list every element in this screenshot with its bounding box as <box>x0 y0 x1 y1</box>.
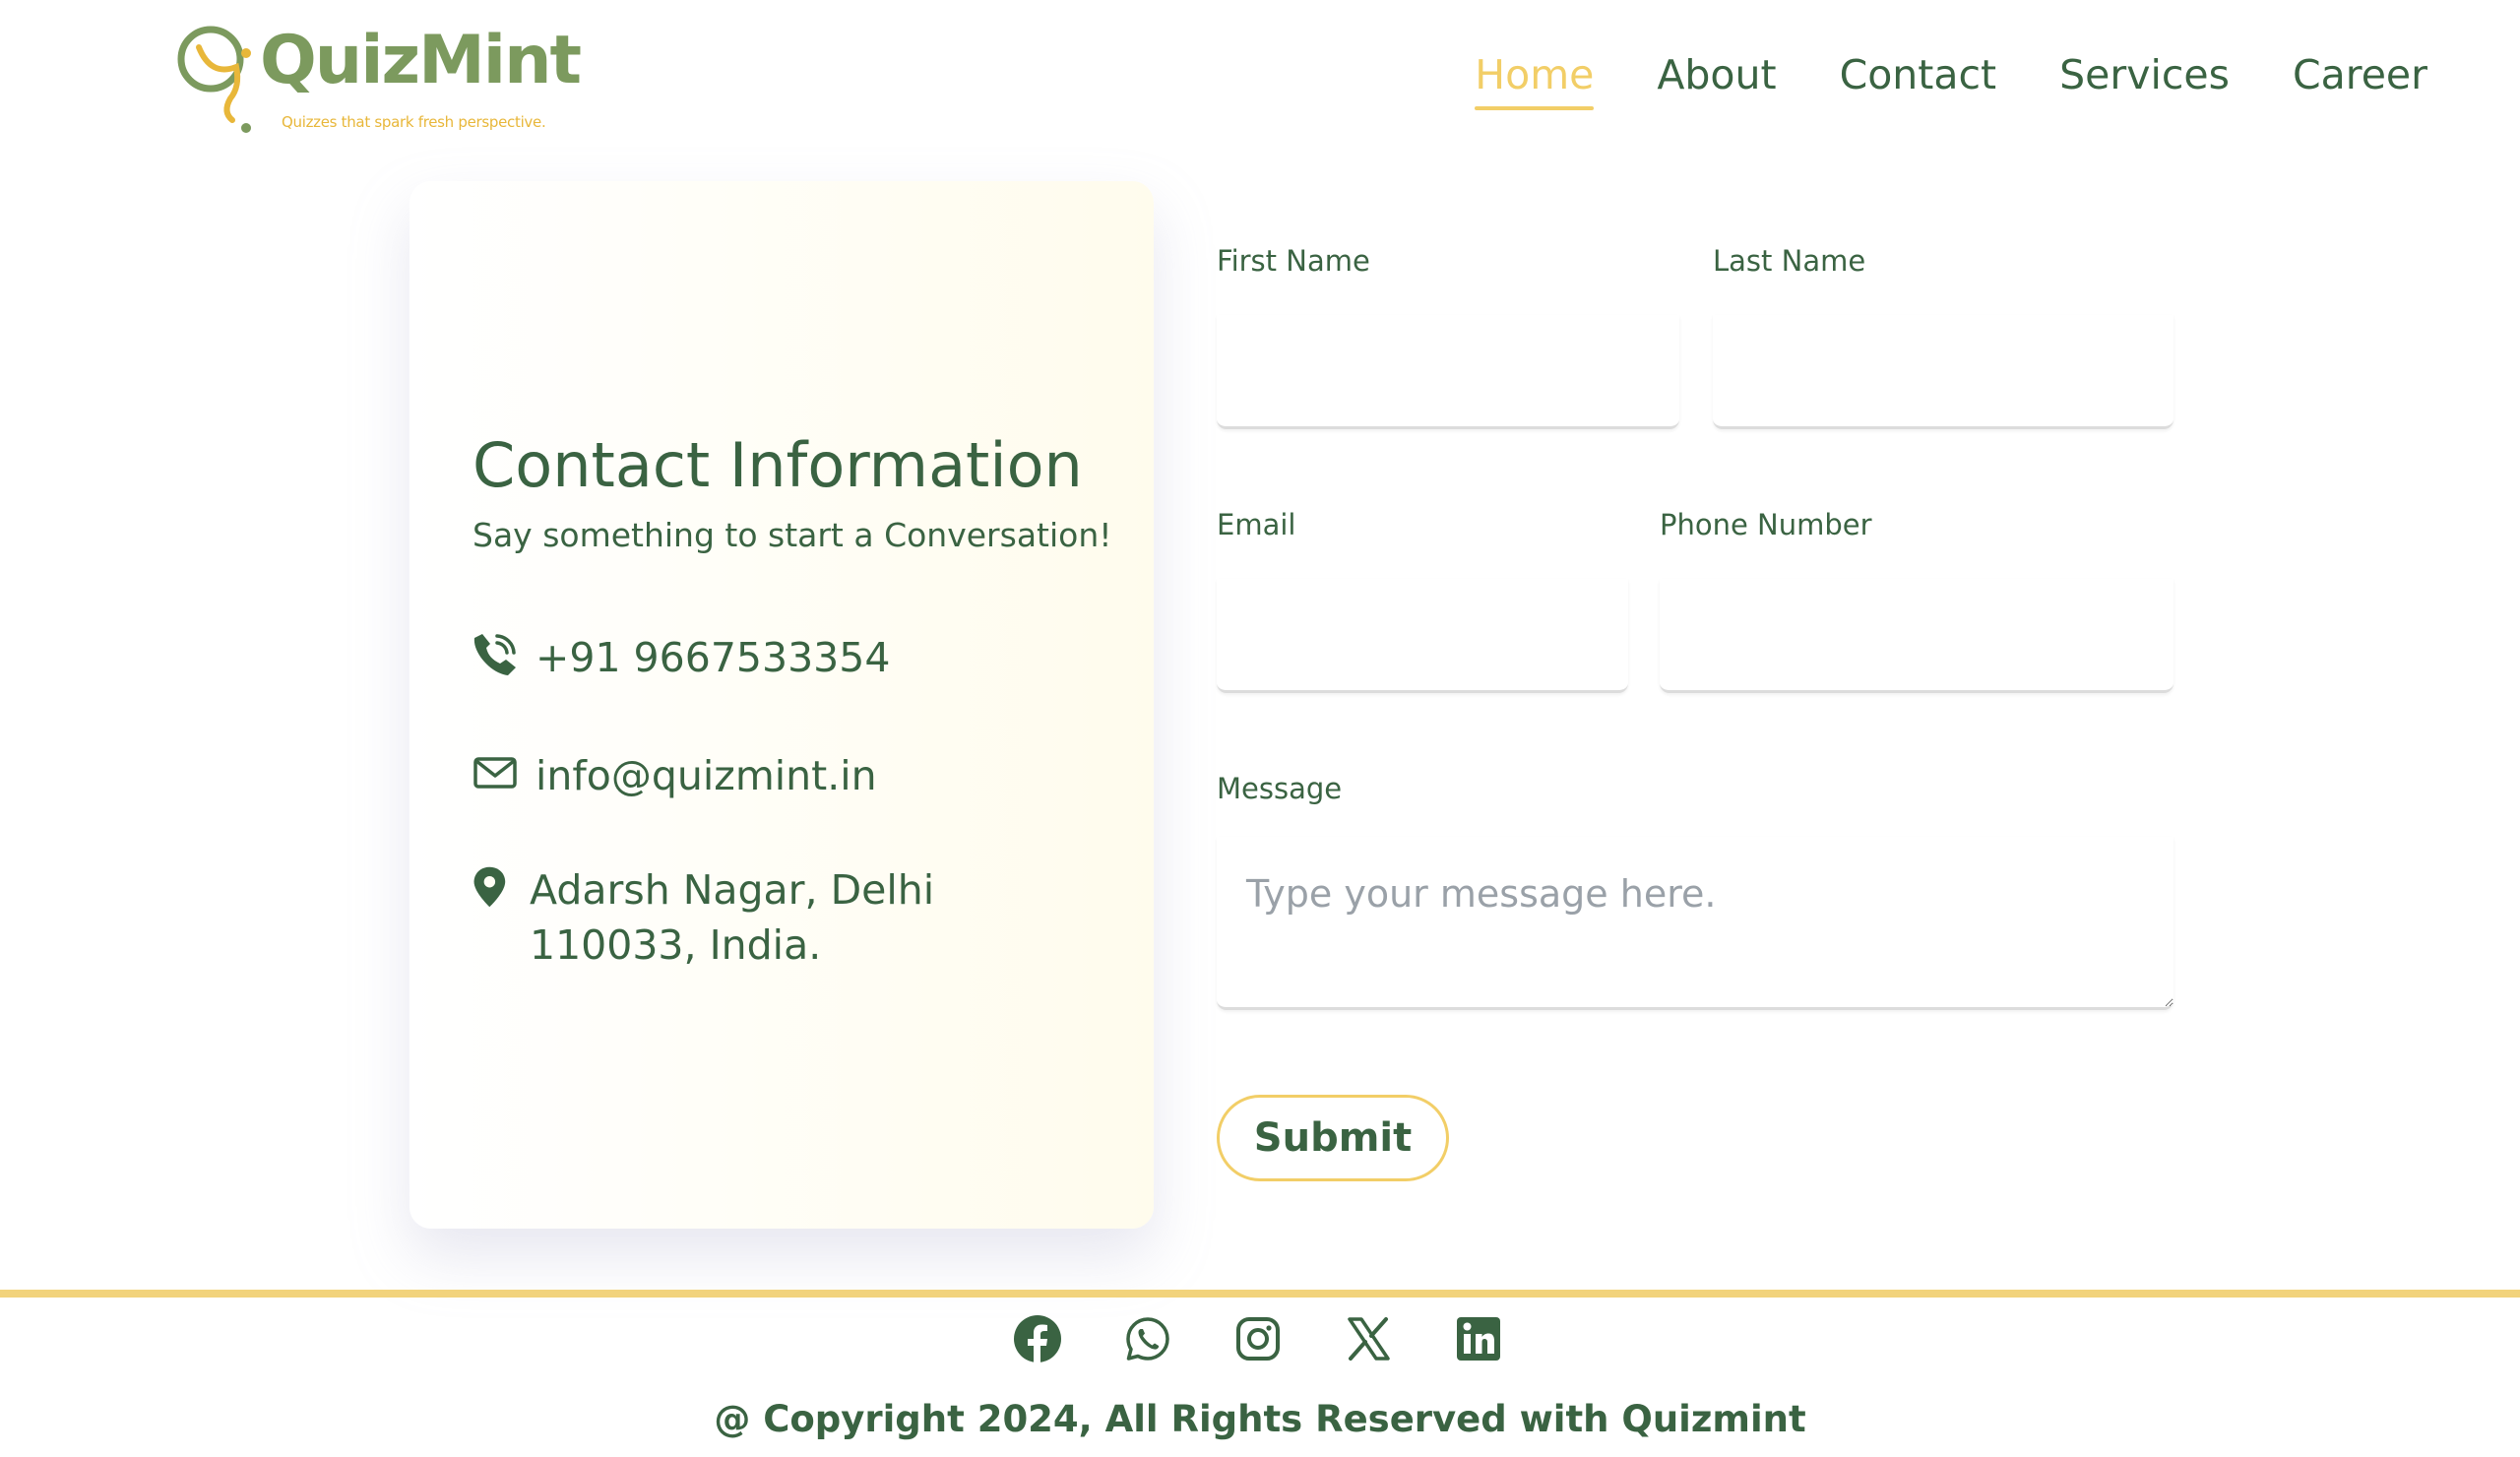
nav-career[interactable]: Career <box>2293 45 2427 110</box>
contact-info-title: Contact Information <box>472 429 1083 501</box>
nav-services[interactable]: Services <box>2059 45 2230 110</box>
brand-tagline: Quizzes that spark fresh perspective. <box>282 113 546 131</box>
footer-divider <box>0 1290 2520 1298</box>
contact-phone-text: +91 9667533354 <box>536 634 891 681</box>
brand-name: QuizMint <box>260 22 582 99</box>
brand-logo[interactable]: QuizMint Quizzes that spark fresh perspe… <box>175 18 582 136</box>
contact-email[interactable]: info@quizmint.in <box>471 748 877 803</box>
first-name-input[interactable] <box>1217 315 1679 429</box>
logo-mark-icon <box>177 26 251 133</box>
message-textarea[interactable] <box>1217 837 2174 1010</box>
last-name-input[interactable] <box>1713 315 2174 429</box>
contact-email-text: info@quizmint.in <box>536 752 877 799</box>
nav-about[interactable]: About <box>1657 45 1776 110</box>
main-nav: Home About Contact Services Career <box>1475 45 2427 110</box>
social-links <box>1014 1315 1502 1362</box>
mail-icon <box>473 757 517 789</box>
x-icon[interactable] <box>1345 1315 1392 1362</box>
submit-button[interactable]: Submit <box>1217 1095 1449 1181</box>
first-name-label: First Name <box>1217 244 1370 278</box>
whatsapp-icon[interactable] <box>1124 1315 1171 1362</box>
contact-address: Adarsh Nagar, Delhi 110033, India. <box>471 862 1081 973</box>
message-label: Message <box>1217 772 1343 805</box>
contact-phone[interactable]: +91 9667533354 <box>471 630 890 685</box>
contact-info-card: Contact Information Say something to sta… <box>410 181 1154 1229</box>
nav-contact[interactable]: Contact <box>1840 45 1997 110</box>
phone-call-icon <box>473 634 516 675</box>
last-name-label: Last Name <box>1713 244 1866 278</box>
linkedin-icon[interactable] <box>1455 1315 1502 1362</box>
copyright-text: @ Copyright 2024, All Rights Reserved wi… <box>714 1398 1806 1440</box>
map-pin-icon <box>473 866 506 908</box>
email-label: Email <box>1217 508 1296 541</box>
phone-input[interactable] <box>1660 579 2174 693</box>
facebook-icon[interactable] <box>1014 1315 1061 1362</box>
nav-home[interactable]: Home <box>1475 45 1595 110</box>
instagram-icon[interactable] <box>1234 1315 1282 1362</box>
phone-label: Phone Number <box>1660 508 1872 541</box>
contact-address-text: Adarsh Nagar, Delhi 110033, India. <box>530 866 935 969</box>
contact-info-subtitle: Say something to start a Conversation! <box>472 516 1112 554</box>
email-input[interactable] <box>1217 579 1628 693</box>
